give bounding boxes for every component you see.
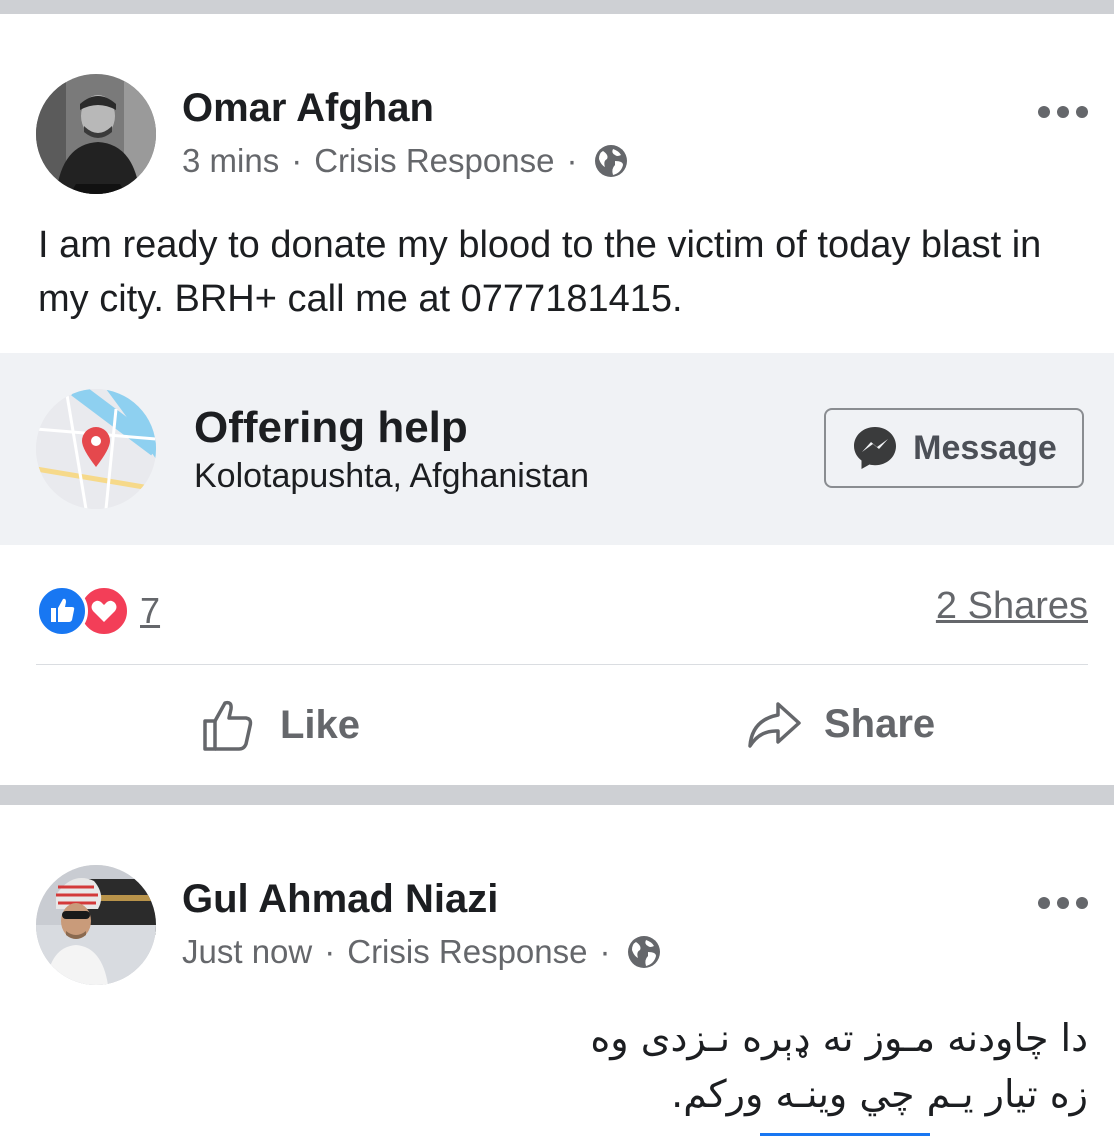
post-header: Gul Ahmad Niazi Just now · Crisis Respon… [0,865,1114,995]
avatar[interactable] [36,865,156,985]
share-arrow-icon [748,702,801,748]
like-reaction-icon [36,585,88,637]
share-button-label: Share [824,701,936,746]
meta-separator: · [324,933,336,970]
post-body: دا چاودنه مـوز ته ډېره نـزدی وه زه تيار … [188,1010,1088,1122]
help-attachment[interactable]: Offering help Kolotapushta, Afghanistan … [0,353,1114,545]
post-time[interactable]: 3 mins [182,142,279,180]
globe-icon[interactable] [593,143,629,179]
attachment-title: Offering help [194,403,468,452]
meta-separator: · [599,933,611,970]
group-name[interactable]: Crisis Response [347,933,587,971]
group-name[interactable]: Crisis Response [314,142,554,180]
post-header: Omar Afghan 3 mins · Crisis Response · [0,74,1114,204]
share-button[interactable]: Share [746,696,935,752]
reactions-summary[interactable]: 7 [36,585,160,637]
message-button[interactable]: Message [824,408,1084,488]
shares-count[interactable]: 2 Shares [936,585,1088,628]
like-button[interactable]: Like [200,696,360,754]
like-button-label: Like [280,702,361,747]
thumbs-up-icon [203,700,253,751]
meta-separator: · [291,142,303,179]
message-button-label: Message [913,428,1057,467]
attachment-location: Kolotapushta, Afghanistan [194,457,590,495]
active-indicator [760,1133,930,1136]
post-meta: 3 mins · Crisis Response · [182,142,629,180]
messenger-icon [854,427,897,469]
more-options-icon[interactable] [1038,104,1088,120]
avatar[interactable] [36,74,156,194]
author-name[interactable]: Omar Afghan [182,86,434,131]
feed-separator-top [0,0,1114,14]
post-meta: Just now · Crisis Response · [182,933,662,971]
post-body-line: زه تيار يـم چي وينـه ورکم. [671,1072,1088,1116]
action-divider [36,664,1088,665]
feed-separator [0,785,1114,805]
post-body: I am ready to donate my blood to the vic… [38,224,1042,320]
more-options-icon[interactable] [1038,895,1088,911]
globe-icon[interactable] [626,934,662,970]
post-time[interactable]: Just now [182,933,312,971]
reaction-count[interactable]: 7 [140,590,160,632]
post-body-line: دا چاودنه مـوز ته ډېره نـزدی وه [590,1016,1088,1060]
map-thumbnail[interactable] [36,389,156,509]
meta-separator: · [566,142,578,179]
author-name[interactable]: Gul Ahmad Niazi [182,877,498,922]
